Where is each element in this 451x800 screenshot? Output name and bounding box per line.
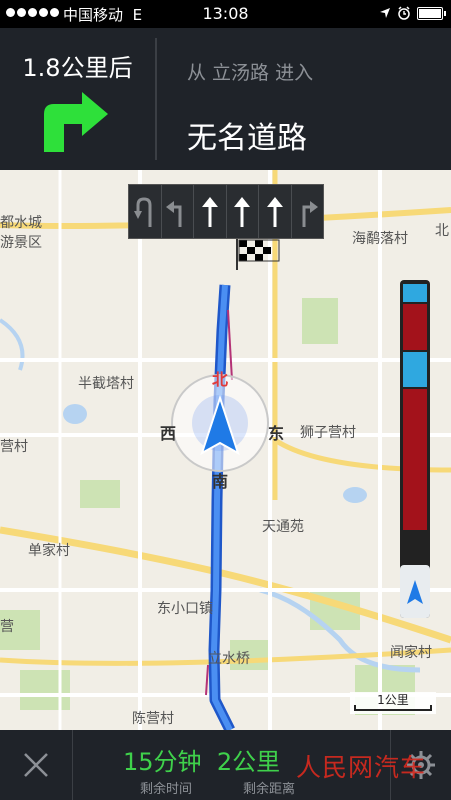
place-label: 东小口镇 [157,601,213,617]
place-label: 陈营村 [132,711,174,727]
place-label: 半截塔村 [78,376,134,392]
straight-icon [194,185,227,238]
remaining-distance: 2公里 [216,748,281,776]
map-scale: 1公里 [350,692,436,714]
straight-icon [227,185,259,238]
place-label: 单家村 [28,543,70,559]
place-label: 天通苑 [262,519,304,535]
compass-east-label: 东 [268,424,285,443]
compass-west-label: 西 [160,424,177,443]
remaining-summary: 15分钟 2公里 [123,742,280,777]
car-position-icon [400,565,430,618]
place-label: 北 [435,223,449,239]
guidance-panel: 1.8公里后 从 立汤路 进入 无名道路 [0,28,451,170]
turn-left-icon [162,185,194,238]
place-label: 狮子营村 [300,425,356,441]
place-label: 海鹬落村 [352,231,408,247]
battery-icon [417,6,446,20]
watermark: 人民网汽车 [296,753,427,782]
location-arrow-icon [380,8,390,18]
turn-right-icon [44,92,108,152]
map-canvas [0,170,451,730]
close-icon [24,753,48,777]
turn-right-icon [292,185,324,238]
header-divider [155,38,157,160]
u-turn-icon [129,185,162,238]
traffic-segment-clear [403,284,427,302]
alarm-icon [398,6,410,20]
status-icons [379,6,446,20]
map-view[interactable]: 都水城 游景区 海鹬落村 北 半截塔村 营村 狮子营村 天通苑 单家村 东小口镇… [0,170,451,730]
close-button[interactable] [0,730,73,800]
compass-north-label: 北 [212,370,229,389]
status-bar: 中国移动 E 13:08 [0,0,451,28]
distance-to-turn: 1.8公里后 [22,54,133,82]
place-label: 游景区 [0,235,42,251]
place-label: 闻家村 [390,645,432,661]
traffic-segment-congested [403,304,427,350]
traffic-segment-clear [403,352,427,387]
remaining-time: 15分钟 [123,748,202,776]
place-label: 立水桥 [208,651,250,667]
next-road-name: 无名道路 [187,121,307,156]
straight-icon [259,185,292,238]
place-label: 营 [0,619,14,635]
place-label: 都水城 [0,215,42,231]
compass-south-label: 南 [212,472,229,491]
entry-road: 从 立汤路 进入 [187,62,314,84]
lane-guidance [128,184,324,239]
traffic-segment-congested [403,389,427,530]
remaining-time-label: 剩余时间 [140,782,193,797]
place-label: 营村 [0,439,28,455]
remaining-distance-label: 剩余距离 [243,782,296,797]
